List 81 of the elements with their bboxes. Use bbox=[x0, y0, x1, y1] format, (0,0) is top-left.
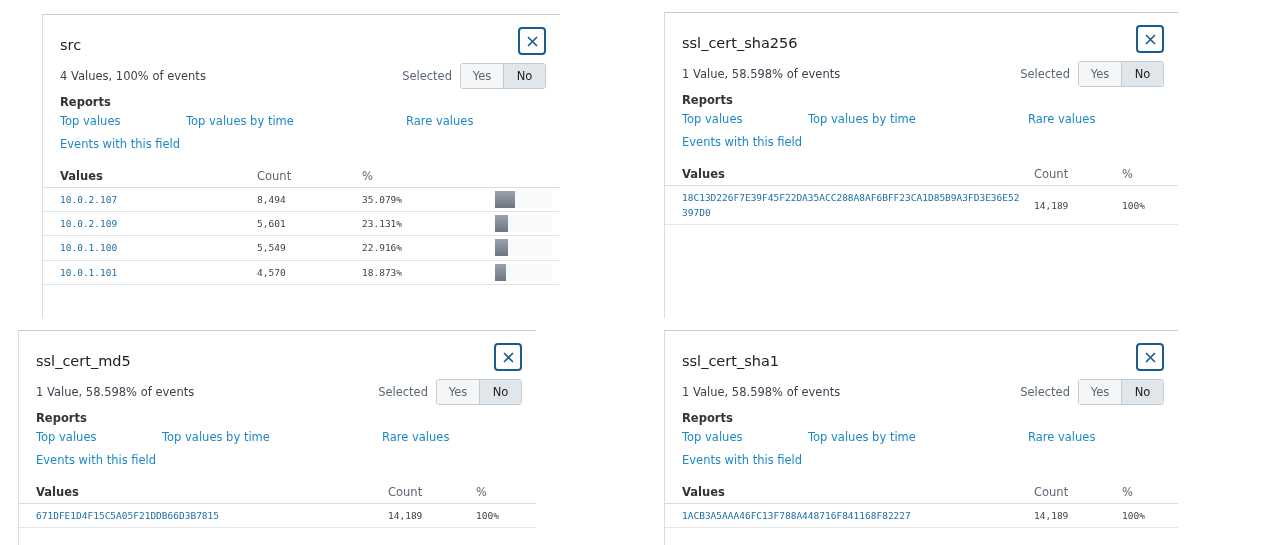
field-title: ssl_cert_sha256 bbox=[682, 35, 798, 51]
close-icon bbox=[1144, 33, 1156, 45]
field-title: src bbox=[60, 37, 82, 53]
value-link[interactable]: 671DFE1D4F15C5A05F21DDB66D3B7815 bbox=[36, 504, 388, 528]
report-link[interactable]: Events with this field bbox=[682, 453, 803, 467]
column-header: Count bbox=[257, 169, 293, 183]
value-link[interactable]: 10.0.1.100 bbox=[60, 236, 257, 260]
report-link[interactable]: Top values bbox=[60, 114, 121, 128]
close-button[interactable] bbox=[494, 343, 522, 371]
report-link[interactable]: Rare values bbox=[382, 430, 450, 444]
close-icon bbox=[526, 35, 538, 47]
close-icon bbox=[1144, 351, 1156, 363]
selected-label: Selected bbox=[1020, 67, 1070, 81]
report-link[interactable]: Top values bbox=[36, 430, 97, 444]
reports-heading: Reports bbox=[60, 95, 112, 109]
percent-cell-text: 100% bbox=[1122, 199, 1146, 211]
report-link[interactable]: Top values by time bbox=[186, 114, 294, 128]
count-cell-text: 5,601 bbox=[257, 218, 287, 230]
report-link[interactable]: Top values by time bbox=[162, 430, 270, 444]
percent-cell-text: 18.873% bbox=[362, 266, 404, 278]
yes-toggle[interactable]: Yes bbox=[461, 64, 503, 88]
count-cell-text: 4,570 bbox=[257, 266, 287, 278]
values-summary: 1 Value, 58.598% of events bbox=[682, 67, 841, 81]
reports-heading: Reports bbox=[682, 411, 734, 425]
value-link[interactable]: 10.0.1.101 bbox=[60, 260, 257, 284]
percent-cell-text: 23.131% bbox=[362, 218, 404, 230]
close-button[interactable] bbox=[518, 27, 546, 55]
column-header: % bbox=[1122, 167, 1134, 181]
column-header: % bbox=[476, 485, 488, 499]
selected-label: Selected bbox=[402, 69, 452, 83]
yes-toggle[interactable]: Yes bbox=[1079, 380, 1121, 404]
column-header: Count bbox=[388, 485, 424, 499]
values-summary: 1 Value, 58.598% of events bbox=[36, 385, 195, 399]
close-button[interactable] bbox=[1136, 25, 1164, 53]
percent-cell-text: 22.916% bbox=[362, 242, 404, 254]
no-toggle[interactable]: No bbox=[1121, 380, 1163, 404]
percent-cell-text: 100% bbox=[476, 510, 500, 522]
selected-label: Selected bbox=[378, 385, 428, 399]
reports-heading: Reports bbox=[36, 411, 88, 425]
reports-heading: Reports bbox=[682, 93, 734, 107]
values-summary: 1 Value, 58.598% of events bbox=[682, 385, 841, 399]
no-toggle[interactable]: No bbox=[503, 64, 545, 88]
report-link[interactable]: Top values bbox=[682, 112, 743, 126]
report-link[interactable]: Top values by time bbox=[808, 112, 916, 126]
column-header: % bbox=[362, 169, 374, 183]
count-cell-text: 14,189 bbox=[388, 510, 424, 522]
no-toggle[interactable]: No bbox=[479, 380, 521, 404]
value-link[interactable]: 1ACB3A5AAA46FC13F788A448716F841168F82227 bbox=[682, 504, 1034, 528]
value-link[interactable]: 18C13D226F7E39F45F22DA35ACC288A8AF6BFF23CA1D85B9A3FD3E36E52397D0 bbox=[682, 186, 1034, 225]
column-header: % bbox=[1122, 485, 1134, 499]
selected-label: Selected bbox=[1020, 385, 1070, 399]
close-icon bbox=[502, 351, 514, 363]
percent-cell-text: 35.079% bbox=[362, 194, 404, 206]
count-cell-text: 5,549 bbox=[257, 242, 287, 254]
report-link[interactable]: Top values by time bbox=[808, 430, 916, 444]
count-cell-text: 8,494 bbox=[257, 194, 287, 206]
report-link[interactable]: Events with this field bbox=[682, 135, 803, 149]
count-cell-text: 14,189 bbox=[1034, 199, 1070, 211]
close-button[interactable] bbox=[1136, 343, 1164, 371]
report-link[interactable]: Events with this field bbox=[36, 453, 157, 467]
report-link[interactable]: Top values bbox=[682, 430, 743, 444]
yes-toggle[interactable]: Yes bbox=[1079, 62, 1121, 86]
column-header: Values bbox=[60, 169, 104, 183]
field-title: ssl_cert_sha1 bbox=[682, 353, 780, 369]
count-cell-text: 14,189 bbox=[1034, 510, 1070, 522]
no-toggle[interactable]: No bbox=[1121, 62, 1163, 86]
percent-cell-text: 100% bbox=[1122, 510, 1146, 522]
field-title: ssl_cert_md5 bbox=[36, 353, 131, 369]
column-header: Values bbox=[682, 167, 726, 181]
report-link[interactable]: Rare values bbox=[1028, 430, 1096, 444]
yes-toggle[interactable]: Yes bbox=[437, 380, 479, 404]
report-link[interactable]: Rare values bbox=[1028, 112, 1096, 126]
column-header: Count bbox=[1034, 167, 1070, 181]
report-link[interactable]: Rare values bbox=[406, 114, 474, 128]
column-header: Values bbox=[682, 485, 726, 499]
column-header: Count bbox=[1034, 485, 1070, 499]
report-link[interactable]: Events with this field bbox=[60, 137, 181, 151]
values-summary: 4 Values, 100% of events bbox=[60, 69, 206, 83]
column-header: Values bbox=[36, 485, 80, 499]
value-link[interactable]: 10.0.2.107 bbox=[60, 188, 257, 212]
value-link[interactable]: 10.0.2.109 bbox=[60, 212, 257, 236]
